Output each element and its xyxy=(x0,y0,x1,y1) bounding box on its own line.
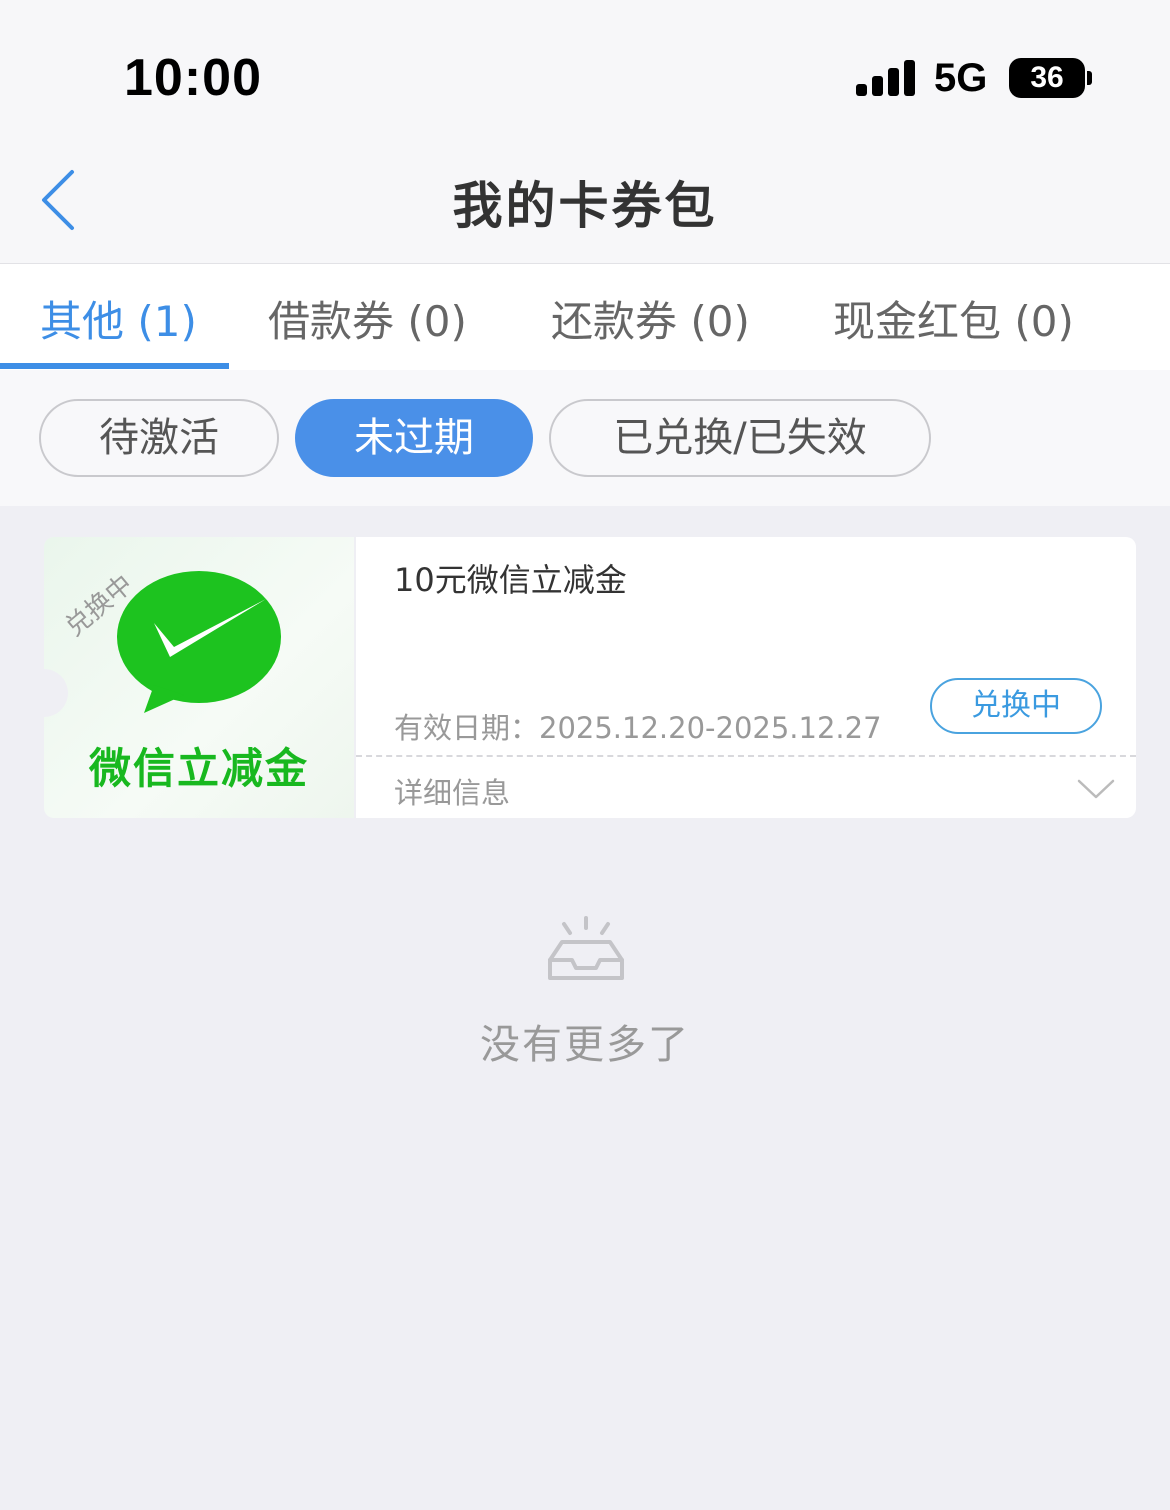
signal-icon xyxy=(856,60,916,96)
chevron-down-icon[interactable] xyxy=(1076,777,1116,801)
wechat-icon xyxy=(117,571,281,713)
tab-active-indicator xyxy=(0,363,229,369)
coupon-title: 10元微信立减金 xyxy=(394,561,627,599)
coupon-card[interactable]: 兑换中 微信立减金 10元微信立减金 有效日期：2025.12.20-2025.… xyxy=(44,537,1136,818)
detail-info-label[interactable]: 详细信息 xyxy=(394,770,510,812)
navbar: 我的卡券包 xyxy=(0,140,1170,264)
battery-icon: 36 xyxy=(1009,58,1085,98)
dashed-divider xyxy=(356,755,1136,757)
tab-repay-coupon[interactable]: 还款券 (0) xyxy=(551,288,750,349)
coupon-info-panel: 10元微信立减金 有效日期：2025.12.20-2025.12.27 兑换中 … xyxy=(356,537,1136,818)
filter-row: 待激活 未过期 已兑换/已失效 xyxy=(0,370,1170,506)
empty-state-text: 没有更多了 xyxy=(480,1022,690,1068)
coupon-validity: 有效日期：2025.12.20-2025.12.27 xyxy=(394,711,882,745)
battery-tip xyxy=(1087,71,1092,85)
redeeming-button[interactable]: 兑换中 xyxy=(930,678,1102,734)
filter-redeemed-expired[interactable]: 已兑换/已失效 xyxy=(549,399,931,477)
tab-loan-coupon[interactable]: 借款券 (0) xyxy=(268,288,467,349)
card-notch xyxy=(44,669,68,717)
status-time: 10:00 xyxy=(124,49,262,107)
empty-inbox-icon xyxy=(548,916,624,980)
network-type: 5G xyxy=(934,56,988,100)
coupon-brand-label: 微信立减金 xyxy=(88,744,309,793)
tab-bar: 其他 (1) 借款券 (0) 还款券 (0) 现金红包 (0) xyxy=(0,264,1170,370)
filter-not-expired[interactable]: 未过期 xyxy=(295,399,533,477)
filter-pending-activation[interactable]: 待激活 xyxy=(39,399,279,477)
status-bar: 10:00 5G 36 xyxy=(0,0,1170,140)
page-title: 我的卡券包 xyxy=(452,177,718,235)
coupon-brand-panel: 兑换中 微信立减金 xyxy=(44,537,354,818)
tab-other[interactable]: 其他 (1) xyxy=(40,288,197,349)
tab-cash-redpacket[interactable]: 现金红包 (0) xyxy=(833,288,1074,349)
